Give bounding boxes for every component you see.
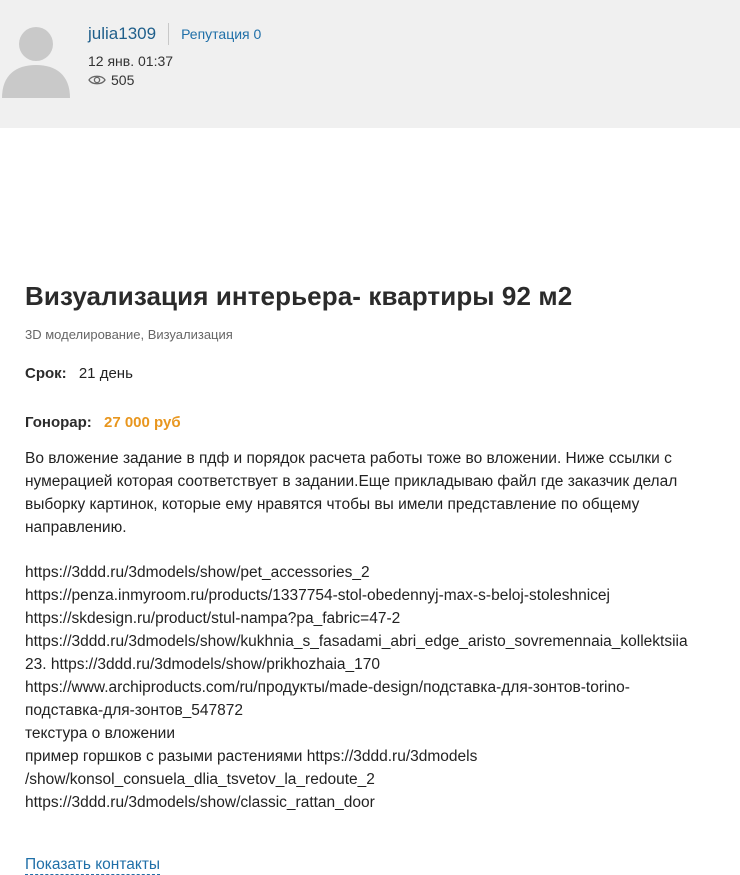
description-link: https://3ddd.ru/3dmodels/show/kukhnia_s_… <box>25 633 688 650</box>
task-categories: 3D моделирование, Визуализация <box>25 327 233 342</box>
reputation-link[interactable]: Репутация 0 <box>181 26 261 42</box>
description-link: подставка-для-зонтов_547872 <box>25 702 244 719</box>
description-line: текстура о вложении <box>25 725 175 742</box>
description-link: https://penza.inmyroom.ru/products/13377… <box>25 587 610 604</box>
description-link: https://www.archiproducts.com/ru/продукт… <box>25 679 630 696</box>
username-link[interactable]: julia1309 <box>88 24 156 44</box>
description-link: 23. https://3ddd.ru/3dmodels/show/prikho… <box>25 656 381 673</box>
fee-value: 27 000 руб <box>103 414 181 431</box>
task-title: Визуализация интерьера- квартиры 92 м2 <box>25 281 573 311</box>
description-link: https://3ddd.ru/3dmodels/show/classic_ra… <box>25 794 375 811</box>
description-link: https://skdesign.ru/product/stul-nampa?p… <box>25 610 401 627</box>
paragraph-break <box>25 539 725 561</box>
user-row: julia1309 Репутация 0 <box>88 22 261 46</box>
fee-label: Гонорар: <box>25 414 92 431</box>
deadline-label: Срок: <box>25 365 67 382</box>
views-count: 505 <box>111 72 135 88</box>
user-avatar-icon[interactable] <box>0 20 72 98</box>
description-line: нумерацией которая соответствует в задан… <box>25 473 678 490</box>
deadline-value: 21 день <box>78 365 133 382</box>
description-line: выборку картинок, которые ему нравятся ч… <box>25 496 640 513</box>
user-meta: julia1309 Репутация 0 12 янв. 01:37 505 <box>88 22 261 88</box>
author-header: julia1309 Репутация 0 12 янв. 01:37 505 <box>0 0 740 128</box>
post-date: 12 янв. 01:37 <box>88 53 174 69</box>
views-counter: 505 <box>88 72 261 88</box>
task-description: Во вложение задание в пдф и порядок расч… <box>25 447 725 814</box>
divider <box>168 23 170 45</box>
fee-field: Гонорар: 27 000 руб <box>25 414 181 431</box>
description-line: направлению. <box>25 519 127 536</box>
show-contacts-link[interactable]: Показать контакты <box>25 855 161 875</box>
description-link: https://3ddd.ru/3dmodels/show/pet_access… <box>25 564 370 581</box>
description-line: /show/konsol_consuela_dlia_tsvetov_la_re… <box>25 771 375 788</box>
description-line: пример горшков с разыми растениями https… <box>25 748 478 765</box>
description-line: Во вложение задание в пдф и порядок расч… <box>25 450 672 467</box>
eye-icon <box>88 75 106 85</box>
deadline-field: Срок: 21 день <box>25 365 133 382</box>
